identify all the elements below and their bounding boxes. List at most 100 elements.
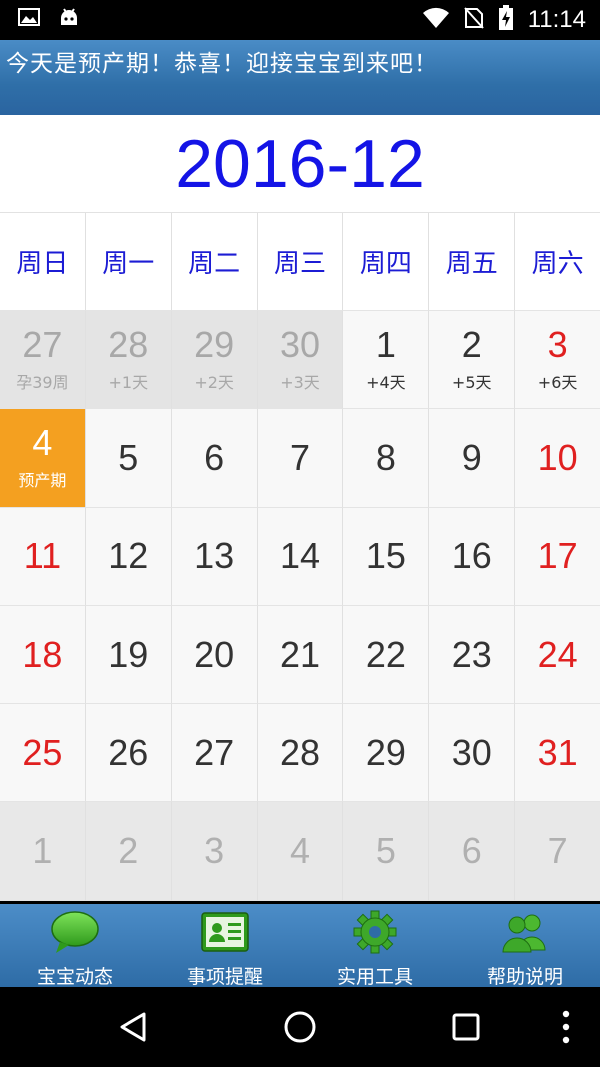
week-row: 4 预产期 5 6 7 8 9 10 <box>0 409 600 508</box>
day-cell[interactable]: 13 <box>171 507 258 606</box>
day-cell[interactable]: 27 <box>171 704 258 803</box>
day-cell[interactable]: 7 <box>515 802 600 901</box>
day-number: 21 <box>279 633 321 675</box>
back-icon[interactable] <box>118 1011 150 1047</box>
day-cell[interactable]: 3 <box>171 802 258 901</box>
day-cell[interactable]: 27 孕39周 <box>0 311 86 410</box>
day-number: 30 <box>279 323 321 365</box>
day-cell[interactable]: 5 <box>85 409 172 508</box>
day-number: 3 <box>204 830 225 872</box>
day-number: 18 <box>22 633 63 675</box>
day-cell[interactable]: 2 <box>85 802 172 901</box>
day-note: +5天 <box>451 372 492 392</box>
day-number: 15 <box>365 535 406 577</box>
day-note: +1天 <box>108 372 149 392</box>
day-note: 孕39周 <box>16 372 69 392</box>
android-icon <box>58 6 80 32</box>
day-number: 26 <box>108 731 149 773</box>
day-number: 6 <box>461 830 482 872</box>
week-row: 27 孕39周 28 +1天 29 +2天 30 +3天 1 +4天 2 +5天 3 +6天 <box>0 311 600 410</box>
day-note: 预产期 <box>18 470 67 490</box>
day-number: 4 <box>32 421 53 463</box>
day-number: 6 <box>204 436 225 478</box>
day-cell[interactable]: 6 <box>429 802 516 901</box>
weekday-wed: 周三 <box>257 213 344 311</box>
day-number: 17 <box>537 535 578 577</box>
nav-help[interactable]: 帮助说明 <box>450 904 600 988</box>
day-cell[interactable]: 25 <box>0 704 86 803</box>
recents-icon[interactable] <box>452 1013 480 1045</box>
day-cell[interactable]: 17 <box>515 507 600 606</box>
day-cell[interactable]: 9 <box>429 409 516 508</box>
day-number: 20 <box>194 633 235 675</box>
day-note: +4天 <box>366 372 406 392</box>
day-cell[interactable]: 12 <box>85 507 172 606</box>
day-cell[interactable]: 28 <box>257 704 344 803</box>
bottom-nav: 宝宝动态 事项提醒 实用工具 帮助说明 <box>0 904 600 988</box>
status-time: 11:14 <box>527 6 586 33</box>
weekday-thu: 周四 <box>343 213 430 311</box>
day-cell[interactable]: 22 <box>343 605 430 705</box>
day-number: 19 <box>108 633 149 675</box>
more-icon[interactable] <box>560 1009 572 1049</box>
day-number: 16 <box>451 535 492 577</box>
day-cell[interactable]: 16 <box>429 507 516 606</box>
week-row: 11 12 13 14 15 16 17 <box>0 507 600 606</box>
day-cell[interactable]: 1 <box>0 802 86 901</box>
day-cell[interactable]: 18 <box>0 605 86 705</box>
day-cell[interactable]: 19 <box>85 605 172 705</box>
day-number: 8 <box>375 436 396 478</box>
day-cell[interactable]: 24 <box>515 605 600 705</box>
day-cell[interactable]: 6 <box>171 409 258 508</box>
day-number: 28 <box>108 323 149 365</box>
day-cell[interactable]: 1 +4天 <box>343 311 430 410</box>
day-cell[interactable]: 20 <box>171 605 258 705</box>
day-number: 27 <box>22 323 63 365</box>
day-cell[interactable]: 29 <box>343 704 430 803</box>
day-cell[interactable]: 4 <box>257 802 344 901</box>
day-cell[interactable]: 21 <box>257 605 344 705</box>
weekday-mon: 周一 <box>85 213 172 311</box>
day-number: 29 <box>194 323 235 365</box>
day-cell[interactable]: 15 <box>343 507 430 606</box>
weekday-sun: 周日 <box>0 213 86 311</box>
no-sim-icon <box>463 7 484 33</box>
weekday-label: 周三 <box>274 249 327 279</box>
system-nav-bar <box>0 987 600 1067</box>
day-cell[interactable]: 30 +3天 <box>257 311 344 410</box>
day-cell[interactable]: 7 <box>257 409 344 508</box>
day-cell[interactable]: 11 <box>0 507 86 606</box>
day-number: 27 <box>194 731 235 773</box>
week-row: 18 19 20 21 22 23 24 <box>0 605 600 705</box>
weekday-fri: 周五 <box>429 213 516 311</box>
month-title: 2016-12 <box>175 125 425 202</box>
day-cell[interactable]: 28 +1天 <box>85 311 172 410</box>
day-cell[interactable]: 31 <box>515 704 600 803</box>
nav-label: 事项提醒 <box>186 966 263 988</box>
day-cell[interactable]: 23 <box>429 605 516 705</box>
calendar-weeks: 27 孕39周 28 +1天 29 +2天 30 +3天 1 +4天 2 +5天 3 +6天 4 预产期 5 6 7… <box>0 311 600 901</box>
nav-baby-updates[interactable]: 宝宝动态 <box>0 904 150 988</box>
day-cell[interactable]: 5 <box>343 802 430 901</box>
day-number: 5 <box>118 436 139 478</box>
day-cell[interactable]: 26 <box>85 704 172 803</box>
day-number: 28 <box>279 731 321 773</box>
day-number: 7 <box>547 830 568 872</box>
day-cell[interactable]: 10 <box>515 409 600 508</box>
weekday-label: 周四 <box>359 249 412 279</box>
nav-tools[interactable]: 实用工具 <box>300 904 450 988</box>
day-cell[interactable]: 3 +6天 <box>515 311 600 410</box>
day-cell[interactable]: 29 +2天 <box>171 311 258 410</box>
month-header: 2016-12 <box>0 115 600 213</box>
day-cell[interactable]: 30 <box>429 704 516 803</box>
day-cell[interactable]: 14 <box>257 507 344 606</box>
nav-reminders[interactable]: 事项提醒 <box>150 904 300 988</box>
day-cell-due-date[interactable]: 4 预产期 <box>0 409 86 508</box>
home-icon[interactable] <box>283 1010 317 1048</box>
id-card-icon <box>200 910 250 958</box>
gear-icon <box>351 910 399 958</box>
day-cell[interactable]: 8 <box>343 409 430 508</box>
nav-label: 宝宝动态 <box>36 966 113 988</box>
day-cell[interactable]: 2 +5天 <box>429 311 516 410</box>
day-number: 10 <box>537 436 578 478</box>
